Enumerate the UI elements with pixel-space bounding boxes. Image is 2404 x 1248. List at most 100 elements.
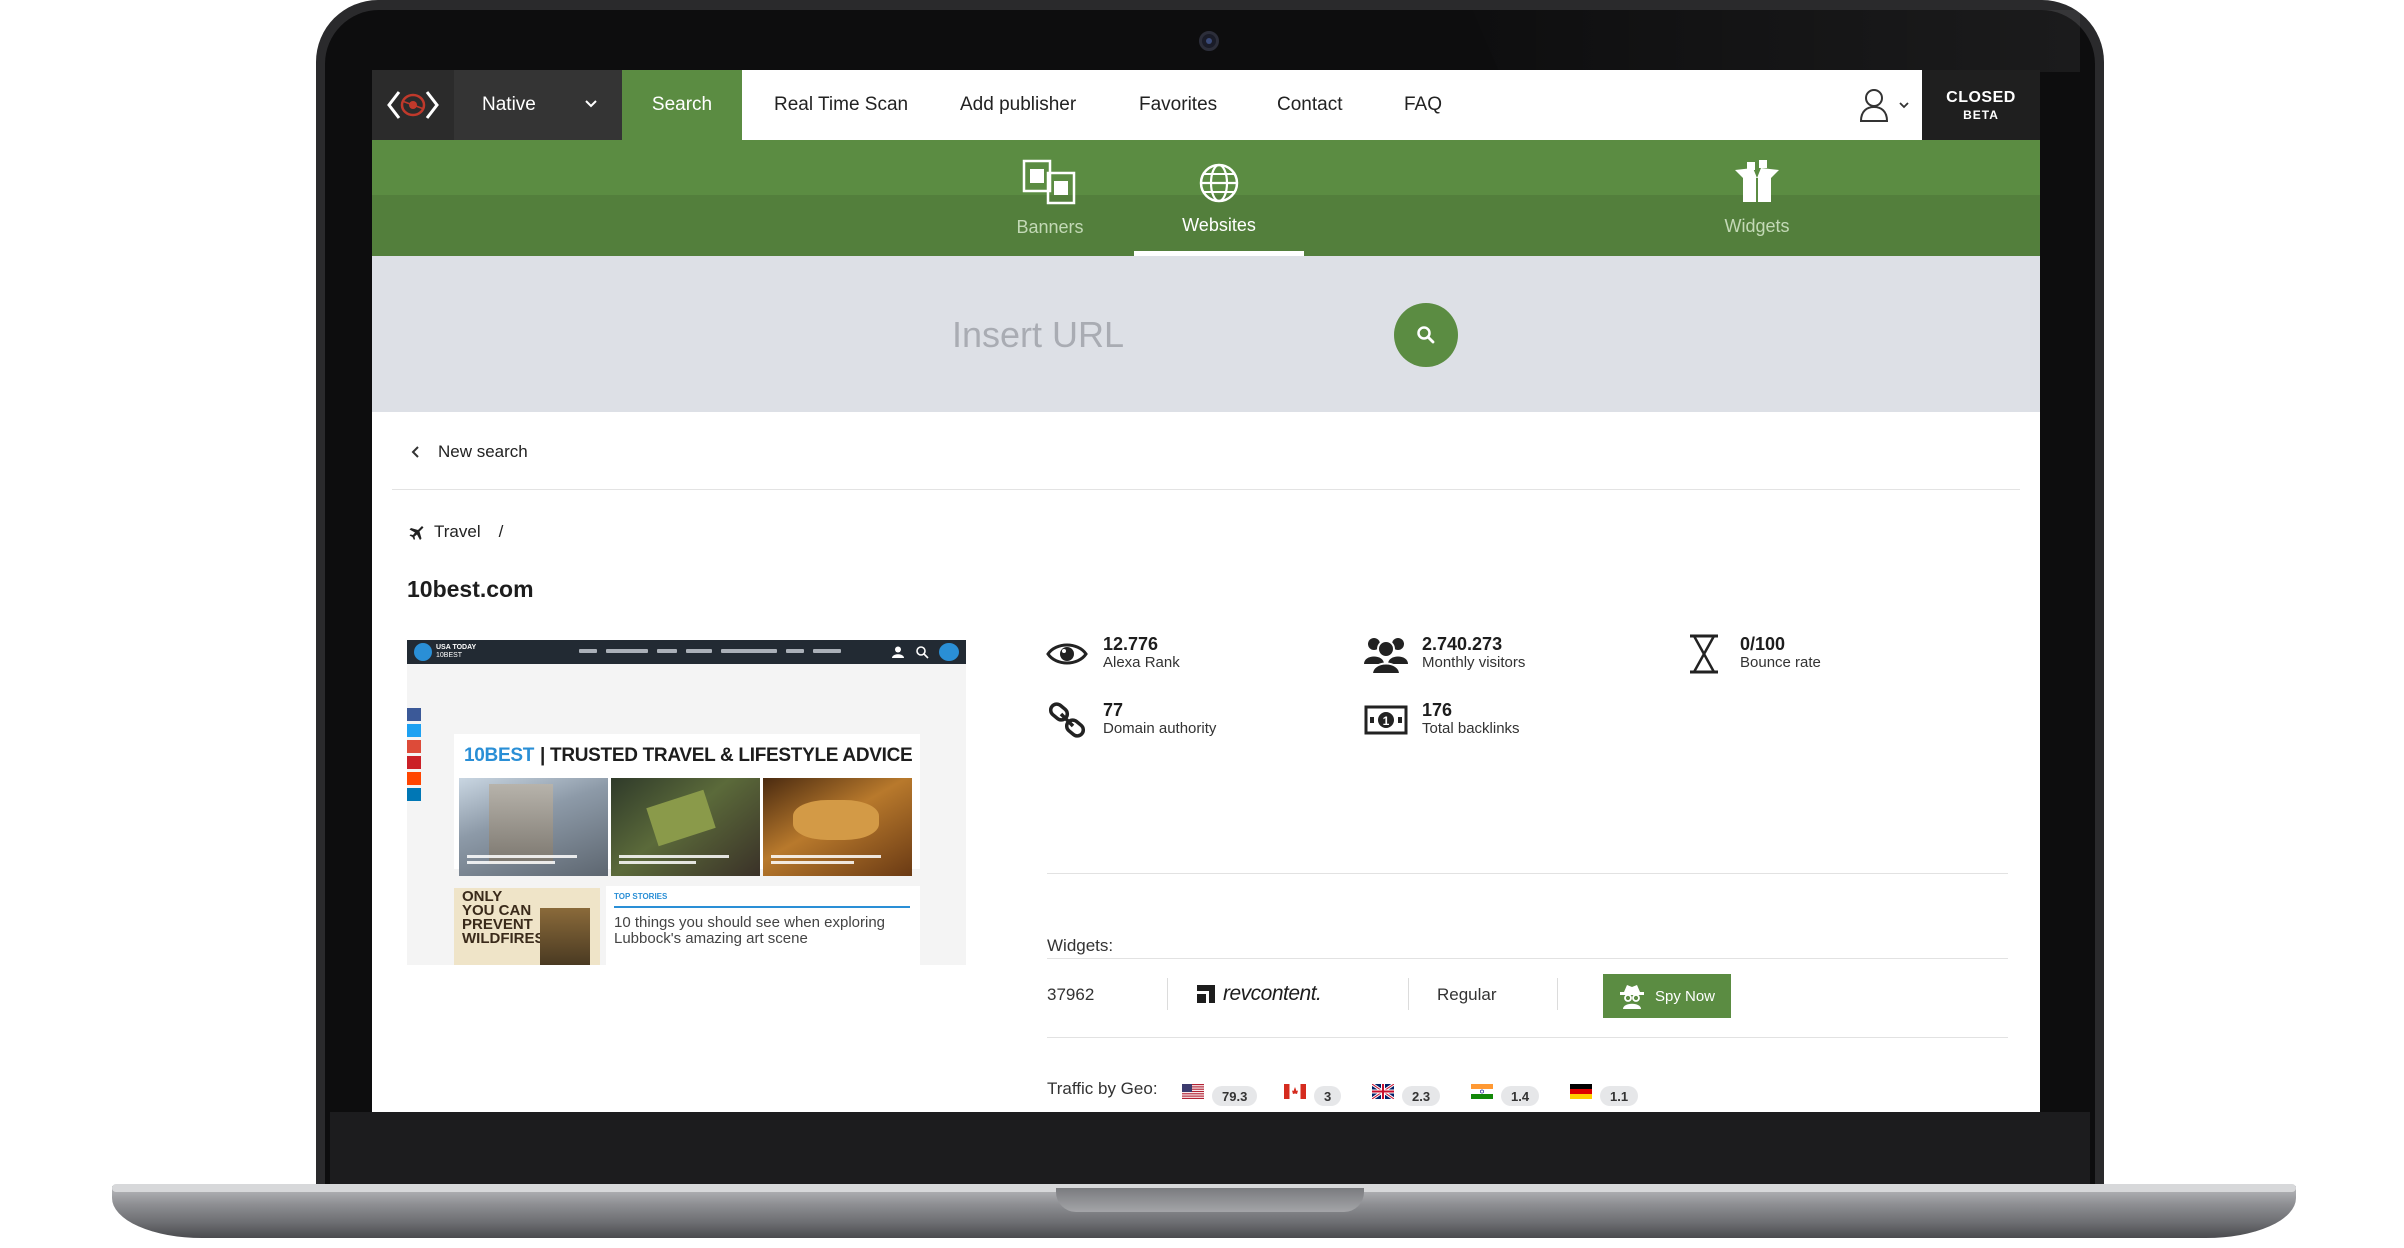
geo-value-ca: 3 [1314,1086,1342,1106]
geo-value-in: 1.4 [1501,1086,1540,1106]
monthly-visitors-value: 2.740.273 [1422,634,1503,654]
tab-banners-label: Banners [1016,216,1084,237]
banners-icon [1022,159,1076,204]
widget-network-name: revcontent. [1223,982,1322,1005]
domain-authority-label: Domain authority [1103,720,1217,737]
nav-faq[interactable]: FAQ [1404,70,1442,140]
breadcrumb-category[interactable]: Travel [434,522,481,542]
user-menu[interactable] [1846,70,1922,140]
stat-total-backlinks: 1 176 Total backlinks [1364,700,1520,740]
link-icon [1048,702,1086,738]
url-input[interactable] [952,310,1382,360]
new-search-label: New search [438,442,528,461]
search-icon [1417,326,1435,344]
airplane-icon [409,526,424,540]
ad-type-value: Native [482,94,536,115]
tab-websites-label: Websites [1182,214,1256,235]
thumbnail-top-stories: TOP STORIES 10 things you should see whe… [606,886,920,965]
breadcrumb-separator: / [498,522,504,541]
tab-websites[interactable]: Websites [1134,140,1304,256]
thumbnail-brand: USA TODAY 10BEST [436,644,476,660]
spy-icon [1619,985,1644,1009]
beta-line1: CLOSED [1946,88,2016,106]
traffic-by-geo-label: Traffic by Geo: [1047,1079,1158,1098]
bounce-rate-value: 0/100 [1740,634,1786,654]
thumbnail-top-stories-label: TOP STORIES [614,892,668,901]
chevron-left-icon [411,446,419,458]
nav-contact[interactable]: Contact [1277,70,1342,140]
widget-id: 37962 [1047,985,1095,1004]
monthly-visitors-label: Monthly visitors [1422,654,1526,671]
widgets-icon [1735,159,1779,202]
users-icon [1364,638,1408,674]
domain-authority-value: 77 [1103,700,1124,720]
tab-widgets[interactable]: Widgets [1707,140,1807,256]
top-navigation: Native Search Real Time Scan Add publish… [372,70,2040,140]
stat-alexa-rank: 12.776 Alexa Rank [1045,634,1180,674]
thumbnail-headline-text: | TRUSTED TRAVEL & LIFESTYLE ADVICE [540,745,913,766]
page-title: 10best.com [407,576,534,602]
nav-real-time-scan[interactable]: Real Time Scan [774,70,908,140]
stat-monthly-visitors: 2.740.273 Monthly visitors [1364,634,1525,674]
chevron-down-icon [585,100,597,108]
nav-search-tab[interactable]: Search [622,70,742,140]
spy-now-label: Spy Now [1654,987,1716,1005]
hourglass-icon [1690,634,1718,674]
thumbnail-menu [579,649,841,653]
eye-logo-icon [387,91,439,119]
flag-gb-icon [1372,1083,1394,1099]
flag-de-icon [1570,1083,1592,1099]
search-button[interactable] [1394,303,1458,367]
beta-line2: BETA [1963,107,1999,122]
geo-item-us: 79.3 [1182,1076,1258,1106]
money-icon: 1 [1364,705,1408,735]
alexa-rank-label: Alexa Rank [1103,654,1180,671]
tab-widgets-label: Widgets [1724,215,1790,236]
thumbnail-image-1 [459,778,608,876]
nav-add-publisher[interactable]: Add publisher [960,70,1076,140]
laptop-chin [330,1112,2090,1190]
widget-type: Regular [1437,985,1497,1004]
thumbnail-avatar [939,643,959,661]
flag-us-icon [1182,1083,1204,1099]
thumbnail-social-bar [407,708,423,804]
stat-domain-authority: 77 Domain authority [1045,700,1216,740]
column-separator [1557,978,1558,1010]
thumbnail-ad-poster: ONLY YOU CAN PREVENT WILDFIRES [454,888,600,965]
laptop-notch [1056,1188,1364,1212]
stat-bounce-rate: 0/100 Bounce rate [1682,634,1821,674]
url-search-bar [372,256,2040,412]
eye-icon [1046,643,1088,665]
nav-favorites[interactable]: Favorites [1139,70,1217,140]
total-backlinks-value: 176 [1422,700,1453,720]
geo-item-in: 1.4 [1471,1076,1540,1106]
thumbnail-poster-text: ONLY YOU CAN PREVENT WILDFIRES [462,888,545,947]
svg-text:1: 1 [1383,714,1390,728]
breadcrumb: Travel / [408,522,503,542]
revcontent-logo-icon [1197,985,1215,1003]
geo-value-de: 1.1 [1600,1086,1639,1106]
spy-now-button[interactable]: Spy Now [1603,974,1731,1018]
widgets-label: Widgets: [1047,936,1114,955]
geo-value-gb: 2.3 [1402,1086,1441,1106]
thumbnail-user-icon [892,646,904,658]
new-search-link[interactable]: New search [410,442,528,462]
thumbnail-image-2 [611,778,760,876]
thumbnail-logo [414,643,432,661]
column-separator [1408,978,1409,1010]
result-content: New search Travel / 10best.com USA TODAY… [372,412,2040,1112]
thumbnail-brand-line2: 10BEST [436,652,463,659]
globe-icon [1199,163,1239,202]
column-separator [1167,978,1168,1010]
geo-value-us: 79.3 [1212,1086,1258,1106]
ad-type-select[interactable]: Native [454,70,622,140]
widget-network: revcontent. [1195,982,1322,1006]
divider [1047,873,2008,874]
tab-banners[interactable]: Banners [990,140,1110,256]
divider [1047,1037,2008,1038]
geo-item-ca: 3 [1284,1076,1342,1106]
webcam [1199,31,1219,51]
logo[interactable] [372,70,454,140]
closed-beta-badge: CLOSED BETA [1922,70,2040,140]
website-thumbnail: USA TODAY 10BEST 10BEST | TRUSTED TRAVEL… [407,640,966,965]
